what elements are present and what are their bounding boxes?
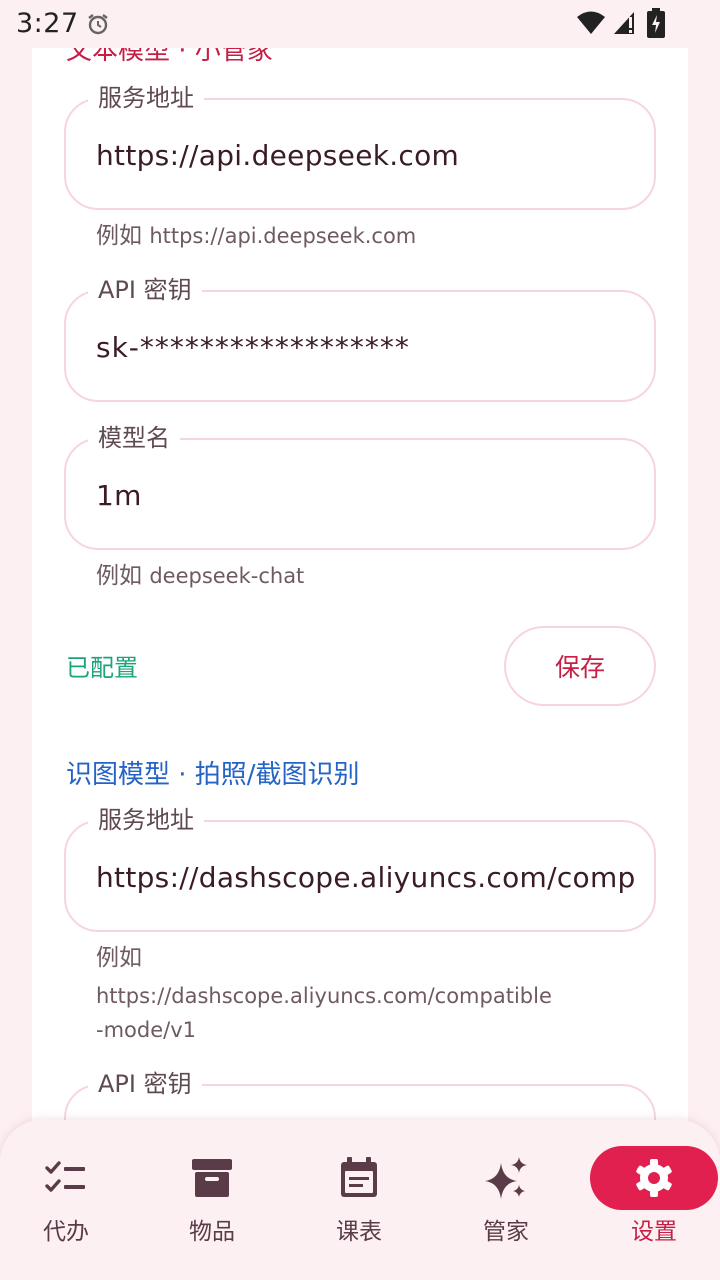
model-name-field[interactable]: 模型名 1m (64, 420, 656, 550)
alarm-icon (88, 14, 108, 35)
hint-example-value: deepseek-chat (149, 564, 305, 588)
nav-label-assistant: 管家 (483, 1219, 529, 1245)
nav-label-schedule: 课表 (336, 1219, 382, 1245)
vision-api-key-label: API 密钥 (88, 1066, 202, 1102)
nav-item-schedule[interactable]: 课表 (299, 1146, 419, 1250)
text-endpoint-field[interactable]: 服务地址 https://api.deepseek.com (64, 80, 656, 210)
nav-item-assistant[interactable]: 管家 (446, 1146, 566, 1250)
hint-example-line2: -mode/v1 (96, 1018, 196, 1042)
hint-example-value: https://api.deepseek.com (149, 224, 417, 248)
sparkles-icon (485, 1157, 527, 1199)
nav-label-settings: 设置 (631, 1219, 677, 1245)
wifi-icon (577, 11, 605, 34)
hint-prefix: 例如 (96, 563, 142, 589)
text-endpoint-label: 服务地址 (88, 80, 204, 116)
text-api-key-label: API 密钥 (88, 272, 202, 308)
vision-endpoint-input[interactable]: https://dashscope.aliyuncs.com/compatibl… (96, 858, 634, 898)
model-name-input[interactable]: 1m (96, 476, 634, 516)
hint-example-line1: https://dashscope.aliyuncs.com/compatibl… (96, 984, 552, 1008)
status-time: 3:27 (16, 8, 79, 39)
text-api-key-field[interactable]: API 密钥 sk-****************** (64, 272, 656, 402)
vision-model-section-title: 识图模型 · 拍照/截图识别 (66, 760, 360, 790)
vision-endpoint-hint-prefix: 例如 (96, 945, 142, 971)
vision-endpoint-hint-value: https://dashscope.aliyuncs.com/compatibl… (96, 978, 552, 1014)
archive-box-icon (192, 1159, 232, 1197)
save-button[interactable]: 保存 (504, 626, 656, 706)
model-name-hint: 例如 deepseek-chat (96, 558, 304, 594)
vision-endpoint-field[interactable]: 服务地址 https://dashscope.aliyuncs.com/comp… (64, 802, 656, 932)
model-name-label: 模型名 (88, 420, 180, 456)
bottom-navigation: 代办 物品 课表 管家 设置 (0, 1120, 720, 1280)
active-indicator (590, 1146, 718, 1210)
battery-charging-icon (647, 8, 665, 38)
vision-endpoint-hint-value-cont: -mode/v1 (96, 1012, 196, 1048)
gear-icon (636, 1159, 672, 1197)
nav-item-items[interactable]: 物品 (152, 1146, 272, 1250)
nav-item-todo[interactable]: 代办 (6, 1146, 126, 1250)
calendar-icon (341, 1157, 377, 1197)
nav-item-settings[interactable]: 设置 (590, 1146, 718, 1250)
vision-endpoint-label: 服务地址 (88, 802, 204, 838)
configured-status: 已配置 (66, 654, 138, 682)
text-api-key-input[interactable]: sk-****************** (96, 328, 634, 368)
signal-icon (614, 12, 634, 34)
text-endpoint-hint: 例如 https://api.deepseek.com (96, 218, 416, 254)
nav-label-items: 物品 (189, 1219, 235, 1245)
nav-label-todo: 代办 (43, 1219, 89, 1245)
hint-prefix: 例如 (96, 223, 142, 249)
status-bar: 3:27 (0, 0, 720, 48)
text-endpoint-input[interactable]: https://api.deepseek.com (96, 136, 634, 176)
checklist-icon (45, 1161, 85, 1192)
